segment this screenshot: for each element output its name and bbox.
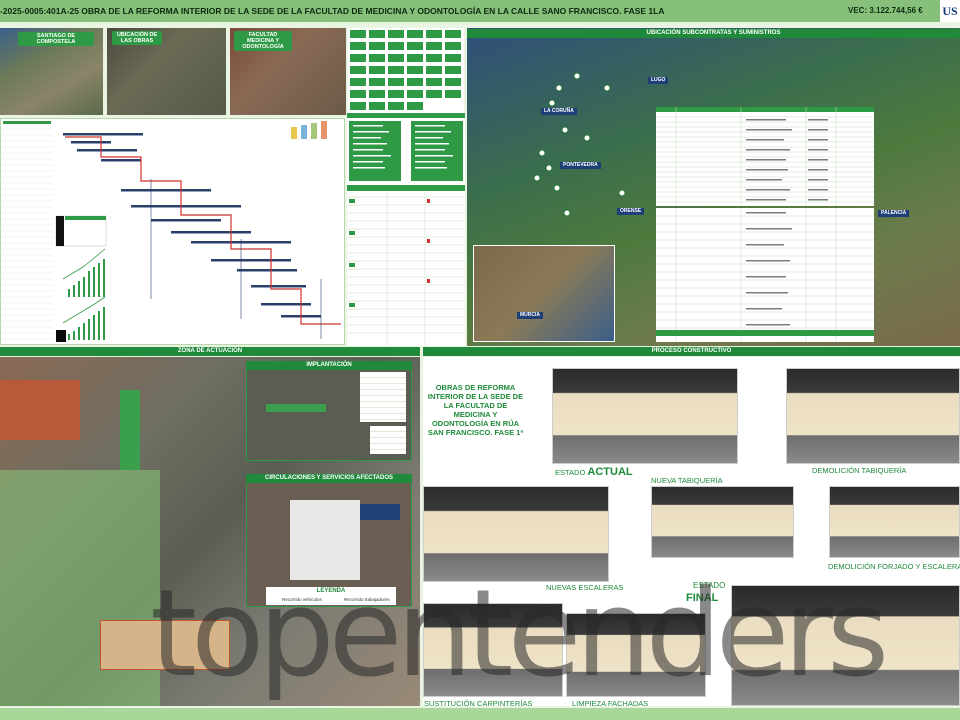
zone-roof-block <box>0 380 80 440</box>
zone-green-block <box>120 390 140 470</box>
render-limpieza-fachadas <box>566 613 706 697</box>
budget-label: VEC: 3.122.744,56 € <box>848 6 923 15</box>
suppliers-table-bottom <box>656 208 874 342</box>
project-name: OBRAS DE REFORMA INTERIOR DE LA SEDE DE … <box>427 383 524 437</box>
task-list <box>347 113 465 346</box>
state-actual: ACTUAL <box>587 466 633 478</box>
legend-title: LEYENDA <box>266 587 396 596</box>
implantation-legend-2 <box>370 426 406 454</box>
circulations-building <box>290 500 360 580</box>
step-nueva-tabiqueria: NUEVA TABIQUERÍA <box>651 476 723 485</box>
photo-label-obras: UBICACIÓN DE LAS OBRAS <box>112 31 162 45</box>
map-pins <box>533 72 626 217</box>
suppliers-table-top <box>656 107 874 206</box>
step-sustitucion-carpinterias: SUSTITUCIÓN CARPINTERÍAS <box>424 699 533 708</box>
state-final-word: ESTADO <box>693 581 726 590</box>
footer-strip <box>0 708 960 720</box>
legend-item-workers: Recorrido trabajadores <box>344 597 390 602</box>
photo-label-santiago: SANTIAGO DE COMPOSTELA <box>18 32 94 46</box>
schedule-grid <box>348 28 464 116</box>
render-sustitucion-carpinterias <box>423 603 563 697</box>
photo-label-facultad: FACULTAD MEDICINA Y ODONTOLOGÍA <box>234 31 292 51</box>
zone-title: ZONA DE ACTUACIÓN <box>0 347 420 356</box>
circulations-title: CIRCULACIONES Y SERVICIOS AFECTADOS <box>246 474 412 483</box>
legend-items: Recorrido vehículos Recorrido trabajador… <box>266 596 396 605</box>
implantation-title: IMPLANTACIÓN <box>246 361 412 370</box>
gantt-chart <box>1 121 341 342</box>
process-title: PROCESO CONSTRUCTIVO <box>423 347 960 356</box>
document-title: -2025-0005:401A-25 OBRA DE LA REFORMA IN… <box>0 6 665 16</box>
render-demolicion-tabiqueria <box>786 368 960 464</box>
implantation-legend <box>360 372 406 422</box>
building-facade <box>100 620 230 670</box>
university-logo: US <box>940 0 960 22</box>
gantt-panel <box>0 118 345 345</box>
suppliers-table-bottom-rows <box>656 208 874 342</box>
step-limpieza-fachadas: LIMPIEZA FACHADAS <box>572 699 649 708</box>
zone-highlight <box>0 470 160 706</box>
step-demolicion-tabiqueria: DEMOLICIÓN TABIQUERÍA <box>812 466 907 475</box>
map-label-palencia: PALENCIA <box>878 210 910 217</box>
state-actual-label: ESTADO ACTUAL <box>555 466 633 478</box>
step-demolicion-forjado: DEMOLICIÓN FORJADO Y ESCALERA <box>828 562 960 571</box>
render-final <box>731 585 960 706</box>
render-nueva-tabiqueria <box>651 486 794 558</box>
schedule-grid-cells <box>350 30 461 110</box>
suppliers-table-top-rows <box>656 107 874 206</box>
circulations-note <box>360 504 400 520</box>
render-nuevas-escaleras <box>423 486 609 582</box>
state-final: FINAL <box>686 592 719 604</box>
render-actual <box>552 368 738 464</box>
inset-map <box>473 245 615 342</box>
task-list-panel <box>347 113 465 346</box>
state-word: ESTADO <box>555 468 586 477</box>
render-demolicion-forjado <box>829 486 960 558</box>
implantation-green-zone <box>266 404 326 412</box>
map-label-murcia: MURCIA <box>517 312 543 319</box>
legend-item-vehicles: Recorrido vehículos <box>282 597 322 602</box>
step-nuevas-escaleras: NUEVAS ESCALERAS <box>546 583 624 592</box>
